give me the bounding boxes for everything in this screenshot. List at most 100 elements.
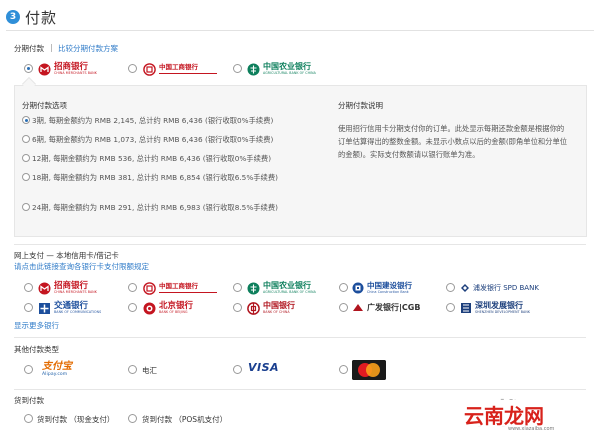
options-title: 分期付款选项 <box>22 101 67 110</box>
online-bank-radio-cgb[interactable] <box>339 303 348 312</box>
title-divider <box>6 30 594 31</box>
online-bank-radio-sdb[interactable] <box>446 303 455 312</box>
compare-installment-link[interactable]: 比较分期付款方案 <box>58 43 118 54</box>
cod-pos-label: 货到付款 （POS机支付） <box>142 415 228 424</box>
installment-option[interactable]: 6期, 每期金额约为 RMB 1,073, 总计约 RMB 6,436 (银行收… <box>22 133 302 146</box>
installment-option[interactable]: 3期, 每期金额约为 RMB 2,145, 总计约 RMB 6,436 (银行收… <box>22 114 302 127</box>
bank-name-en: AGRICULTURAL BANK OF CHINA <box>263 70 316 75</box>
bank-name-en: CHINA MERCHANTS BANK <box>54 290 97 295</box>
online-bank-logo-cgb[interactable]: 广发银行|CGB <box>352 300 420 316</box>
installment-bank-logo-cmb[interactable]: 招商银行 CHINA MERCHANTS BANK <box>38 61 97 77</box>
separator <box>51 44 52 52</box>
online-bank-radio-boc[interactable] <box>233 303 242 312</box>
bank-name-en: CHINA MERCHANTS BANK <box>54 71 97 76</box>
installment-option-radio[interactable] <box>22 203 30 211</box>
wire-transfer-radio[interactable] <box>128 365 137 374</box>
abc-logo-icon <box>247 282 260 294</box>
bank-name: 中国银行 <box>263 300 295 310</box>
online-bank-radio-cmb[interactable] <box>24 283 33 292</box>
online-bank-radio-ccb[interactable] <box>339 283 348 292</box>
visa-logo-icon[interactable]: VISA <box>248 361 279 374</box>
installment-bank-logo-icbc[interactable]: 中国工商银行 <box>143 61 217 77</box>
online-bank-logo-sdb[interactable]: 深圳发展银行 SHENZHEN DEVELOPMENT BANK <box>460 300 530 316</box>
abc-logo-icon <box>247 63 260 75</box>
section-divider <box>14 244 586 245</box>
mastercard-radio[interactable] <box>339 365 348 374</box>
online-bank-logo-icbc[interactable]: 中国工商银行 <box>143 280 217 296</box>
cod-cash-radio[interactable] <box>24 414 33 423</box>
online-bank-logo-cmb[interactable]: 招商银行 CHINA MERCHANTS BANK <box>38 280 97 296</box>
bank-name-en: BANK OF CHINA <box>263 309 290 314</box>
installment-bank-radio-icbc[interactable] <box>128 64 137 73</box>
icbc-logo-icon <box>143 62 156 76</box>
online-bank-radio-icbc[interactable] <box>128 283 137 292</box>
bank-name: 浦发银行 SPD BANK <box>473 283 539 292</box>
bank-name: 招商银行 <box>54 280 89 291</box>
installment-option-radio[interactable] <box>22 135 30 143</box>
cod-pos-radio[interactable] <box>128 414 137 423</box>
cmb-logo-icon <box>38 282 51 294</box>
online-bank-logo-bocom[interactable]: 交通银行 BANK OF COMMUNICATIONS <box>38 300 101 316</box>
installment-option-radio[interactable] <box>22 173 30 181</box>
bocom-logo-icon <box>39 302 50 314</box>
spdb-logo-icon <box>461 284 469 292</box>
installment-option[interactable]: 12期, 每期金额约为 RMB 536, 总计约 RMB 6,436 (银行收取… <box>22 152 302 165</box>
ccb-logo-icon <box>352 282 364 294</box>
bank-name: 中国建设银行 <box>367 281 412 291</box>
installment-bank-radio-abc[interactable] <box>233 64 242 73</box>
installment-bank-radio-cmb[interactable] <box>24 64 33 73</box>
alipay-logo[interactable]: 支付宝 Alipay.com <box>38 360 72 380</box>
installment-option[interactable]: 24期, 每期金额约为 RMB 291, 总计约 RMB 6,983 (银行收取… <box>22 201 302 214</box>
bank-name: 交通银行 <box>54 300 89 311</box>
cgb-logo-icon <box>353 304 363 311</box>
installment-option-label: 6期, 每期金额约为 RMB 1,073, 总计约 RMB 6,436 (银行收… <box>32 135 274 144</box>
installment-option-label: 12期, 每期金额约为 RMB 536, 总计约 RMB 6,436 (银行收取… <box>32 154 272 163</box>
section-divider <box>14 389 586 390</box>
bank-name: 中国工商银行 <box>159 63 198 72</box>
bank-name: 中国农业银行 <box>263 280 311 290</box>
visa-radio[interactable] <box>233 365 242 374</box>
installment-label: 分期付款 <box>14 44 44 53</box>
online-bank-logo-spdb[interactable]: 浦发银行 SPD BANK <box>460 280 539 296</box>
explain-title: 分期付款说明 <box>338 101 383 110</box>
installment-bank-logo-abc[interactable]: 中国农业银行 AGRICULTURAL BANK OF CHINA <box>247 61 316 77</box>
bob-logo-icon <box>143 302 156 314</box>
installment-option-radio[interactable] <box>22 116 30 124</box>
alipay-sub: Alipay.com <box>42 372 68 378</box>
step-badge: 3 <box>6 10 20 24</box>
online-bank-radio-spdb[interactable] <box>446 283 455 292</box>
online-bank-logo-bob[interactable]: 北京银行 BANK OF BEIJING <box>143 300 193 316</box>
alipay-radio[interactable] <box>24 365 33 374</box>
installment-option-radio[interactable] <box>22 154 30 162</box>
online-bank-radio-bocom[interactable] <box>24 303 33 312</box>
online-bank-logo-abc[interactable]: 中国农业银行 AGRICULTURAL BANK OF CHINA <box>247 280 316 296</box>
page-title: 付款 <box>25 8 58 27</box>
sdb-logo-icon <box>461 303 471 313</box>
online-bank-logo-boc[interactable]: 中国银行 BANK OF CHINA <box>247 300 295 316</box>
installment-option[interactable]: 18期, 每期金额约为 RMB 381, 总计约 RMB 6,854 (银行收取… <box>22 171 302 184</box>
page-header: 3 付款 <box>6 6 57 28</box>
bank-name-en: BANK OF BEIJING <box>159 310 188 315</box>
wire-transfer-label: 电汇 <box>142 366 157 375</box>
mastercard-logo[interactable] <box>352 360 386 380</box>
icbc-logo-icon <box>143 281 156 295</box>
bank-limit-link[interactable]: 请点击此链接查询各银行卡支付限额规定 <box>14 261 149 272</box>
cod-label: 货到付款 <box>14 396 44 405</box>
online-bank-logo-ccb[interactable]: 中国建设银行 China Construction Bank <box>352 280 412 296</box>
section-divider <box>14 337 586 338</box>
watermark-url: www.xiazaiba.com <box>508 426 555 432</box>
bank-name: 招商银行 <box>54 61 89 72</box>
online-bank-radio-bob[interactable] <box>128 303 137 312</box>
online-payment-label: 网上支付 — 本地信用卡/借记卡 <box>14 251 119 260</box>
bank-name: 北京银行 <box>159 300 194 311</box>
alipay-name: 支付宝 <box>42 361 72 373</box>
bank-name: 广发银行|CGB <box>367 303 421 312</box>
bank-name: 中国工商银行 <box>159 282 198 291</box>
installment-explanation: 使用招行信用卡分期支付你的订单。此处显示每期还款金额是根据你的订单估算得出的整数… <box>338 124 568 159</box>
bank-name-en: China Construction Bank <box>367 289 409 294</box>
watermark-main: 云南龙网 <box>464 404 544 428</box>
boc-logo-icon <box>247 301 260 315</box>
online-bank-radio-abc[interactable] <box>233 283 242 292</box>
show-more-banks-link[interactable]: 显示更多银行 <box>14 320 59 331</box>
other-payment-label: 其他付款类型 <box>14 345 59 354</box>
